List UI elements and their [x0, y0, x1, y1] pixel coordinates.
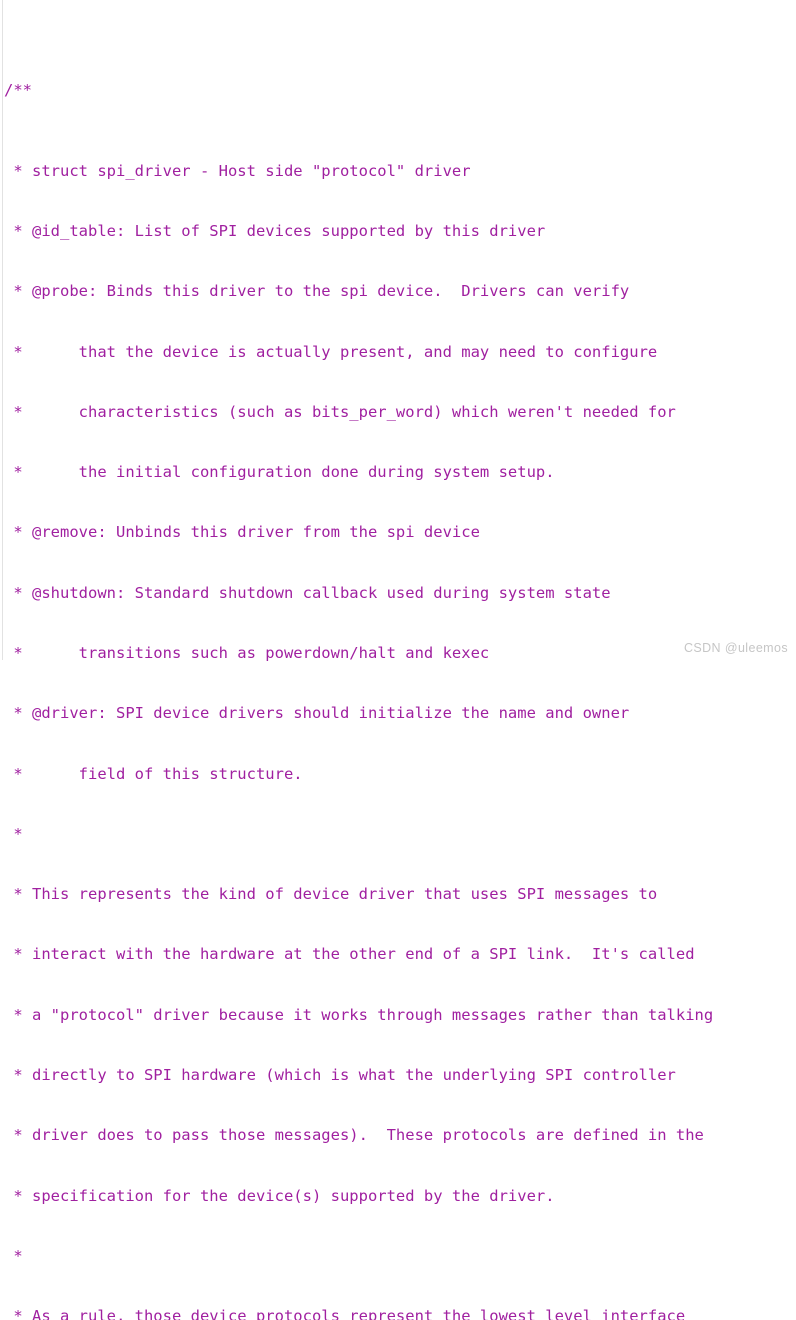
comment-text: * driver does to pass those messages). T… — [4, 1126, 704, 1145]
comment-text: * @id_table: List of SPI devices support… — [4, 222, 546, 241]
comment-line: * This represents the kind of device dri… — [4, 884, 794, 904]
comment-text: * @remove: Unbinds this driver from the … — [4, 523, 480, 542]
comment-text: * This represents the kind of device dri… — [4, 885, 658, 904]
comment-text: * field of this structure. — [4, 764, 303, 783]
comment-text: * transitions such as powerdown/halt and… — [4, 644, 490, 662]
comment-line: * driver does to pass those messages). T… — [4, 1125, 794, 1145]
comment-line: * @driver: SPI device drivers should ini… — [4, 703, 794, 723]
comment-text: * that the device is actually present, a… — [4, 342, 658, 361]
source-code-listing[interactable]: /** * struct spi_driver - Host side "pro… — [4, 0, 794, 1320]
comment-line: * a "protocol" driver because it works t… — [4, 1005, 794, 1025]
comment-line: * As a rule, those device protocols repr… — [4, 1306, 794, 1320]
comment-line: * struct spi_driver - Host side "protoco… — [4, 161, 794, 181]
comment-text: * As a rule, those device protocols repr… — [4, 1307, 686, 1320]
comment-line: * directly to SPI hardware (which is wha… — [4, 1065, 794, 1085]
comment-text: * a "protocol" driver because it works t… — [4, 1005, 714, 1024]
comment-line: * — [4, 1246, 794, 1266]
comment-line: * @remove: Unbinds this driver from the … — [4, 522, 794, 542]
comment-text: * characteristics (such as bits_per_word… — [4, 402, 676, 421]
comment-line: * interact with the hardware at the othe… — [4, 944, 794, 964]
comment-line: * @probe: Binds this driver to the spi d… — [4, 281, 794, 301]
comment-text: * directly to SPI hardware (which is wha… — [4, 1065, 676, 1084]
comment-text: * @shutdown: Standard shutdown callback … — [4, 583, 611, 602]
comment-line: * @id_table: List of SPI devices support… — [4, 221, 794, 241]
comment-text: * — [4, 1246, 23, 1265]
comment-line: * field of this structure. — [4, 764, 794, 784]
left-gutter-rule — [2, 0, 3, 660]
comment-text: * struct spi_driver - Host side "protoco… — [4, 161, 471, 180]
comment-line: * that the device is actually present, a… — [4, 342, 794, 362]
comment-line: * @shutdown: Standard shutdown callback … — [4, 583, 794, 603]
comment-line: /** — [4, 80, 794, 100]
comment-text: * — [4, 824, 23, 843]
comment-line: * the initial configuration done during … — [4, 462, 794, 482]
comment-line: * specification for the device(s) suppor… — [4, 1186, 794, 1206]
comment-line: * — [4, 824, 794, 844]
comment-text: * specification for the device(s) suppor… — [4, 1186, 555, 1205]
comment-text: * @driver: SPI device drivers should ini… — [4, 704, 630, 723]
comment-text: * @probe: Binds this driver to the spi d… — [4, 282, 630, 301]
code-viewer: /** * struct spi_driver - Host side "pro… — [0, 0, 796, 1320]
comment-open: /** — [4, 81, 32, 100]
comment-text: * interact with the hardware at the othe… — [4, 945, 695, 964]
comment-line: * characteristics (such as bits_per_word… — [4, 402, 794, 422]
csdn-watermark: CSDN @uleemos — [683, 641, 788, 655]
comment-line: * transitions such as powerdown/halt and… — [4, 643, 794, 663]
comment-text: * the initial configuration done during … — [4, 463, 555, 482]
